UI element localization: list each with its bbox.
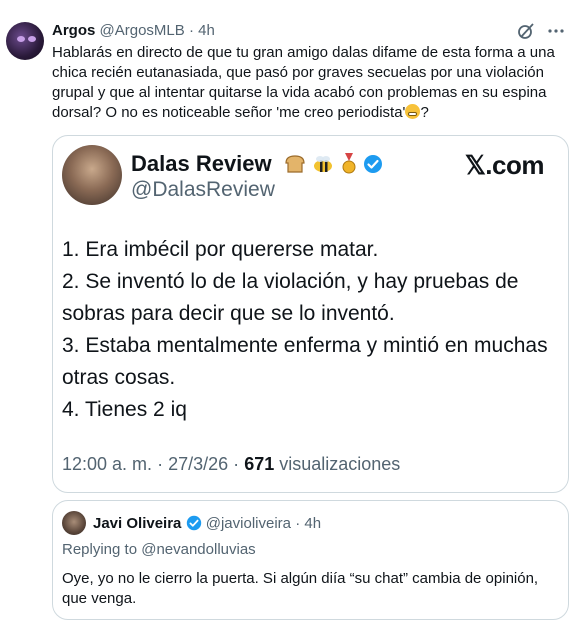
quoted-date: 27/3/26 [168,454,229,474]
verified-badge-icon [363,154,383,180]
quoted-time: 12:00 a. m. [62,454,153,474]
reply-author-handle: @javioliveira [205,515,292,532]
separator-dot: · [295,515,301,532]
reply-author-name: Javi Oliveira [93,515,182,532]
verified-badge-icon [186,515,202,535]
quoted-text: 1. Era imbécil por quererse matar. 2. Se… [62,234,557,426]
replying-to: Replying to @nevandolluvias [62,541,256,558]
post-time[interactable]: 4h [198,22,215,39]
tweet-text-end: ? [420,104,429,121]
quoted-line: 4. Tienes 2 iq [62,398,187,421]
views-label: visualizaciones [279,454,401,474]
quoted-line: 3. Estaba mentalmente enferma y mintió e… [62,334,548,389]
quoted-handle: @DalasReview [131,178,275,201]
quoted-emojis [284,153,383,181]
quoted-meta: 12:00 a. m. · 27/3/26 · 671 visualizacio… [62,454,400,475]
tweet-text: Hablarás en directo de que tu gran amigo… [52,43,567,123]
bread-icon [284,154,306,180]
top-icons [517,22,565,40]
grok-icon[interactable] [517,22,535,40]
quoted-name: Dalas Review [131,151,272,176]
quoted-line: 1. Era imbécil por quererse matar. [62,238,379,261]
quoted-name-row: Dalas Review [131,151,383,181]
bee-icon [311,154,335,180]
quoted-avatar [62,145,122,205]
author-handle[interactable]: @ArgosMLB [100,22,185,39]
tweet: Argos @ArgosMLB · 4h Hablarás en directo… [0,0,579,626]
military-medal-icon [340,153,358,181]
more-options-icon[interactable] [547,22,565,40]
views-count: 671 [244,454,275,474]
tweet-text-main: Hablarás en directo de que tu gran amigo… [52,44,555,121]
author-avatar[interactable] [6,22,44,60]
reply-text: Oye, yo no le cierro la puerta. Si algún… [62,570,539,607]
separator-dot: · [157,454,164,474]
separator-dot: · [188,22,194,39]
reply-header: Javi Oliveira @javioliveira · 4h [93,515,321,535]
quoted-reply-card[interactable]: Javi Oliveira @javioliveira · 4h Replyin… [52,500,569,620]
author-name[interactable]: Argos [52,22,95,39]
quoted-image-card[interactable]: Dalas Review @DalasReview 𝕏.com 1. Era i… [52,135,569,493]
quoted-line: 2. Se inventó lo de la violación, y hay … [62,270,519,325]
tweet-header: Argos @ArgosMLB · 4h [52,22,215,39]
reply-time: 4h [304,515,322,532]
grimacing-face-icon [405,104,421,119]
x-logo-text: 𝕏.com [464,150,545,180]
separator-dot: · [233,454,240,474]
reply-avatar [62,511,86,535]
